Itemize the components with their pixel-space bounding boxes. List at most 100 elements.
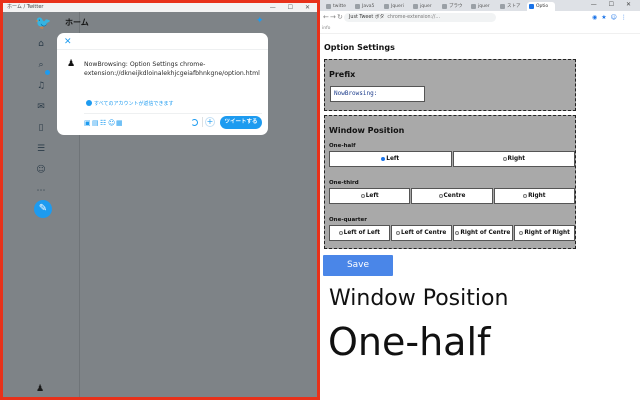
radio-quarter-left-of-centre[interactable]: Left of Centre <box>390 225 452 241</box>
radio-dot <box>455 231 460 235</box>
info-bar: info <box>320 24 640 34</box>
reply-setting-label: すべてのアカウントが返信できます <box>94 101 174 107</box>
notification-badge <box>45 70 50 75</box>
window-position-heading: Window Position <box>329 126 405 135</box>
gif-icon[interactable]: ▤ <box>92 119 100 127</box>
explore-icon[interactable]: ⌕ <box>35 59 47 71</box>
tab-3[interactable]: Jqueri <box>382 2 408 11</box>
radio-quarter-right-of-right[interactable]: Right of Right <box>514 225 575 241</box>
radio-one-half-left[interactable]: Left <box>329 151 452 167</box>
radio-label: Centre <box>443 193 466 199</box>
radio-label: Right of Right <box>524 230 570 236</box>
sparkle-icon[interactable]: ✦ <box>256 16 264 26</box>
reply-setting[interactable]: すべてのアカウントが返信できます <box>86 100 173 107</box>
messages-icon[interactable]: ✉ <box>35 101 47 113</box>
browser-toolbar: ← → ↻ Just Tweet ボタ chrome-extension://..… <box>320 11 640 24</box>
tweet-textarea[interactable]: NowBrowsing: Option Settings chrome-exte… <box>84 60 262 78</box>
tweet-button[interactable]: ツイートする <box>220 116 262 129</box>
radio-label: Right <box>507 156 526 162</box>
one-third-radio-group: Left Centre Right <box>329 188 575 204</box>
tab-7[interactable]: ストア <box>498 2 524 11</box>
one-half-radio-group: Left Right <box>329 151 575 167</box>
window-controls[interactable]: — ☐ ✕ <box>270 3 315 12</box>
page-title: Option Settings <box>324 43 395 52</box>
radio-quarter-left-of-left[interactable]: Left of Left <box>329 225 390 241</box>
schedule-icon[interactable]: ▦ <box>116 119 124 127</box>
notifications-icon[interactable]: ♫ <box>35 80 47 92</box>
twitter-window: ホーム / Twitter — ☐ ✕ 🐦 ⌂ ⌕ ♫ ✉ ▯ ☰ ☺ ⋯ ✎ … <box>0 0 320 400</box>
prefix-heading: Prefix <box>329 70 356 79</box>
radio-dot <box>502 157 507 161</box>
radio-dot <box>438 194 443 198</box>
radio-label: Left of Centre <box>400 230 447 236</box>
radio-label: Left <box>386 156 400 162</box>
forward-icon[interactable]: → <box>330 13 336 22</box>
window-position-section: Window Position One-half Left Right One-… <box>324 115 576 249</box>
extension-icons[interactable]: ◉★☺⋮ <box>592 14 631 21</box>
omnibox-title: Just Tweet ボタ <box>349 15 385 20</box>
radio-dot <box>338 231 343 235</box>
tab-2[interactable]: Java5 <box>353 2 379 11</box>
tab-1[interactable]: twitte <box>324 2 350 11</box>
lists-icon[interactable]: ☰ <box>35 143 47 155</box>
tab-4[interactable]: jquer <box>411 2 437 11</box>
add-tweet-icon[interactable]: + <box>205 117 215 127</box>
tab-strip: twitte Java5 Jqueri jquer ブラウ jquer ストア … <box>320 0 640 11</box>
radio-one-half-right[interactable]: Right <box>452 151 575 167</box>
tab-5[interactable]: ブラウ <box>440 2 466 11</box>
overlay-window-position: Window Position <box>329 286 509 311</box>
compose-icon[interactable]: ✎ <box>34 200 52 218</box>
compose-toolbar: ▣▤☷☺▦ <box>84 119 124 127</box>
radio-one-third-left[interactable]: Left <box>329 188 411 204</box>
bookmarks-icon[interactable]: ▯ <box>35 122 47 134</box>
radio-dot <box>395 231 400 235</box>
radio-quarter-right-of-centre[interactable]: Right of Centre <box>452 225 514 241</box>
close-icon[interactable]: ✕ <box>64 37 72 47</box>
twitter-titlebar: ホーム / Twitter — ☐ ✕ <box>3 3 317 12</box>
radio-label: Left <box>365 193 379 199</box>
chrome-window: twitte Java5 Jqueri jquer ブラウ jquer ストア … <box>320 0 640 400</box>
one-quarter-radio-group: Left of Left Left of Centre Right of Cen… <box>329 225 575 241</box>
radio-dot <box>519 231 524 235</box>
globe-icon <box>86 100 92 106</box>
radio-dot-checked <box>381 157 386 161</box>
one-half-label: One-half <box>329 143 356 149</box>
modal-divider <box>57 49 268 50</box>
back-icon[interactable]: ← <box>323 13 329 22</box>
one-quarter-label: One-quarter <box>329 217 367 223</box>
overlay-one-half: One-half <box>328 320 491 364</box>
home-icon[interactable]: ⌂ <box>35 38 47 50</box>
reload-icon[interactable]: ↻ <box>337 13 343 22</box>
compose-modal: ✕ ♟ NowBrowsing: Option Settings chrome-… <box>57 33 268 135</box>
radio-label: Right <box>528 193 546 199</box>
profile-icon[interactable]: ☺ <box>35 164 47 176</box>
radio-label: Right of Centre <box>460 230 511 236</box>
radio-dot <box>523 194 528 198</box>
twitter-window-title: ホーム / Twitter <box>7 4 44 10</box>
twitter-logo-icon[interactable]: 🐦 <box>35 17 51 30</box>
prefix-input[interactable]: NowBrowsing: <box>330 86 425 102</box>
home-title: ホーム <box>65 18 89 27</box>
tab-6[interactable]: jquer <box>469 2 495 11</box>
prefix-section: Prefix NowBrowsing: <box>324 59 576 111</box>
image-icon[interactable]: ▣ <box>84 119 92 127</box>
address-bar[interactable]: Just Tweet ボタ chrome-extension://... <box>344 13 496 22</box>
poll-icon[interactable]: ☷ <box>100 119 108 127</box>
radio-label: Left of Left <box>343 230 381 236</box>
char-count-ring <box>191 119 198 126</box>
window-controls[interactable]: — ☐ ✕ <box>591 1 636 8</box>
save-button[interactable]: Save <box>323 255 393 276</box>
omnibox-url: chrome-extension://... <box>387 15 440 20</box>
radio-one-third-right[interactable]: Right <box>493 188 575 204</box>
info-text: info <box>322 26 331 31</box>
radio-one-third-centre[interactable]: Centre <box>411 188 493 204</box>
more-icon[interactable]: ⋯ <box>35 185 47 197</box>
account-avatar-icon[interactable]: ♟ <box>36 384 46 394</box>
emoji-icon[interactable]: ☺ <box>108 119 116 127</box>
tab-options-active[interactable]: Optio <box>527 2 555 11</box>
user-avatar-icon: ♟ <box>67 59 76 69</box>
one-third-label: One-third <box>329 180 359 186</box>
toolbar-separator <box>202 117 203 127</box>
radio-dot <box>360 194 365 198</box>
modal-divider-bottom <box>84 113 262 114</box>
